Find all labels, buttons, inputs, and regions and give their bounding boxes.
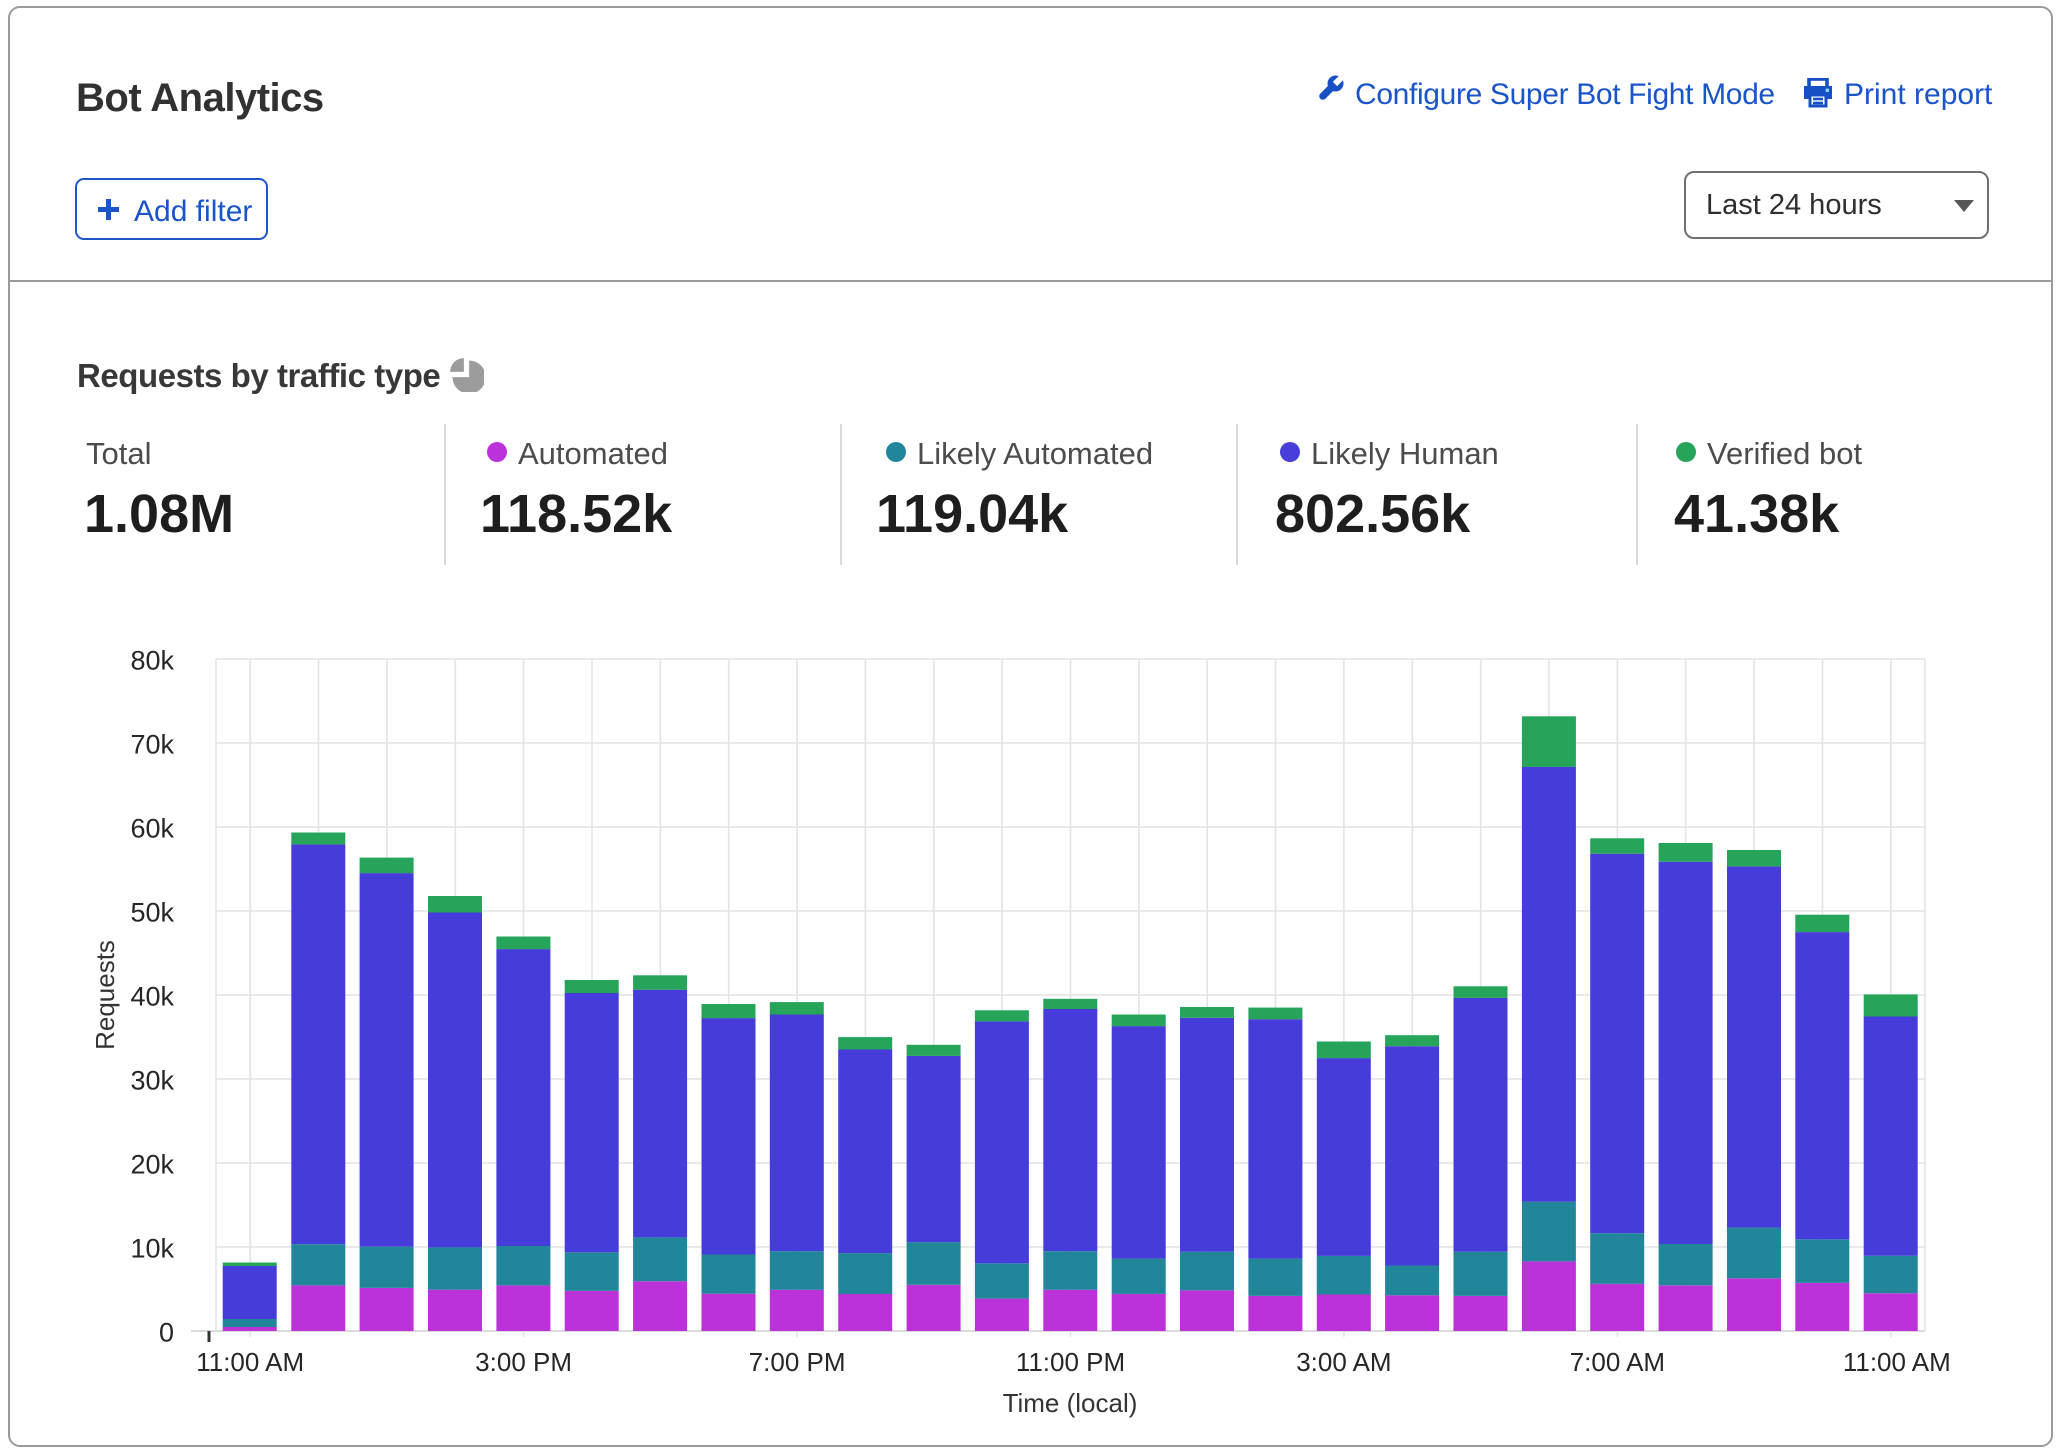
svg-text:3:00 AM: 3:00 AM — [1296, 1347, 1391, 1377]
svg-text:11:00 AM: 11:00 AM — [1843, 1347, 1951, 1377]
svg-text:70k: 70k — [130, 730, 174, 760]
svg-text:10k: 10k — [130, 1234, 174, 1264]
svg-text:60k: 60k — [130, 814, 174, 844]
svg-text:7:00 PM: 7:00 PM — [749, 1347, 846, 1377]
svg-text:30k: 30k — [130, 1066, 174, 1096]
svg-text:0: 0 — [159, 1318, 174, 1348]
svg-text:11:00 AM: 11:00 AM — [196, 1347, 304, 1377]
svg-text:80k: 80k — [130, 646, 174, 676]
svg-text:11:00 PM: 11:00 PM — [1016, 1347, 1125, 1377]
svg-text:50k: 50k — [130, 898, 174, 928]
svg-text:3:00 PM: 3:00 PM — [475, 1347, 572, 1377]
svg-text:20k: 20k — [130, 1150, 174, 1180]
svg-text:40k: 40k — [130, 982, 174, 1012]
svg-text:Requests: Requests — [90, 940, 120, 1050]
svg-text:7:00 AM: 7:00 AM — [1570, 1347, 1665, 1377]
svg-text:Time (local): Time (local) — [1003, 1388, 1138, 1418]
